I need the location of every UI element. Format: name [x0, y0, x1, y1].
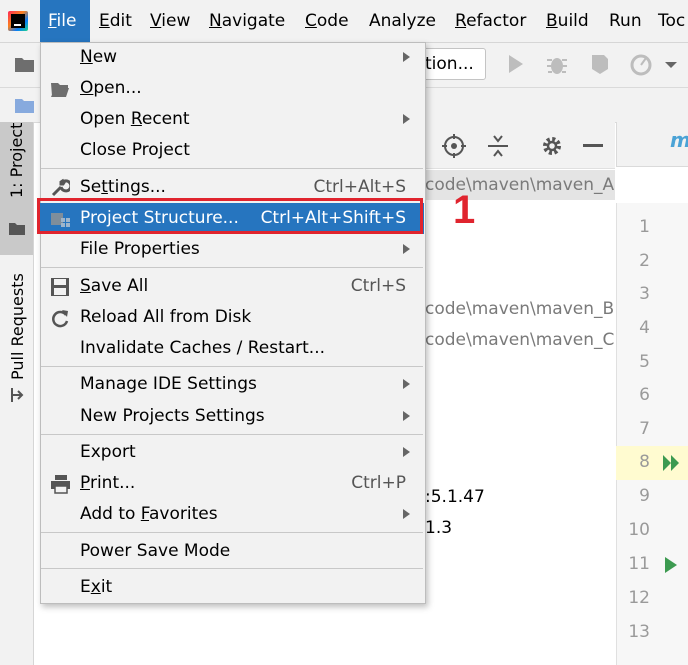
project-tree-row[interactable]: code\maven\maven_B	[425, 294, 615, 324]
tab-project[interactable]: 1: Project	[0, 122, 33, 255]
folder-open-icon	[51, 83, 69, 97]
menu-item-new-projects-settings[interactable]: New Projects Settings	[40, 401, 424, 432]
profile-icon[interactable]	[630, 52, 656, 76]
reload-icon	[52, 310, 69, 328]
menu-separator	[41, 568, 423, 569]
tab-project-label: 1: Project	[7, 122, 26, 198]
run-gutter-icon[interactable]	[664, 556, 678, 574]
line-number: 6	[639, 385, 650, 405]
submenu-arrow-icon	[403, 244, 410, 254]
line-number: 1	[639, 217, 650, 237]
menu-item-close-project[interactable]: Close Project	[40, 135, 424, 166]
submenu-arrow-icon	[403, 52, 410, 62]
editor-tab[interactable]: m	[670, 128, 688, 152]
menu-item-add-to-favorites[interactable]: Add to Favorites	[40, 499, 424, 530]
line-number: 10	[628, 520, 650, 540]
gear-icon[interactable]	[540, 134, 564, 158]
menu-separator	[41, 267, 423, 268]
menu-item-power-save-mode[interactable]: Power Save Mode	[40, 536, 424, 567]
line-number: 12	[628, 588, 650, 608]
menu-separator	[41, 434, 423, 435]
dependency-version: 1.3	[425, 518, 453, 538]
submenu-arrow-icon	[403, 114, 410, 124]
open-folder-icon[interactable]	[14, 55, 36, 73]
menu-refactor[interactable]: Refactor	[455, 0, 526, 42]
submenu-arrow-icon	[403, 447, 410, 457]
menu-navigate[interactable]: Navigate	[209, 0, 285, 42]
menu-tools[interactable]: Toc	[658, 0, 685, 42]
menu-item-export[interactable]: Export	[40, 437, 424, 468]
save-icon	[51, 278, 69, 296]
menu-item-save-all[interactable]: Save All Ctrl+S	[40, 271, 424, 302]
menu-item-new[interactable]: New	[40, 42, 424, 73]
annotation-step-number: 1	[453, 188, 476, 232]
menu-item-manage-ide-settings[interactable]: Manage IDE Settings	[40, 369, 424, 400]
project-tree-row[interactable]: code\maven\maven_C	[425, 325, 615, 355]
menu-bar: File Edit View Navigate Code Analyze Ref…	[0, 0, 688, 43]
dependency-version: :5.1.47	[425, 487, 485, 507]
menu-analyze[interactable]: Analyze	[369, 0, 436, 42]
menu-item-open[interactable]: Open...	[40, 73, 424, 104]
menu-item-invalidate-caches[interactable]: Invalidate Caches / Restart...	[40, 333, 424, 364]
menu-separator	[41, 366, 423, 367]
wrench-icon	[51, 178, 70, 197]
debug-icon[interactable]	[545, 52, 569, 76]
menu-edit[interactable]: Edit	[99, 0, 132, 42]
menu-separator	[41, 532, 423, 533]
run-icon[interactable]	[507, 54, 525, 74]
line-number: 11	[628, 554, 650, 574]
submenu-arrow-icon	[403, 379, 410, 389]
menu-item-reload-all[interactable]: Reload All from Disk	[40, 302, 424, 333]
menu-separator	[41, 168, 423, 169]
tab-pull-requests-label[interactable]: Pull Requests	[8, 273, 27, 380]
run-all-gutter-icon[interactable]	[662, 454, 682, 472]
chevron-down-icon[interactable]	[664, 60, 678, 70]
print-icon	[51, 475, 70, 494]
submenu-arrow-icon	[403, 411, 410, 421]
line-number: 9	[639, 486, 650, 506]
line-number: 13	[628, 622, 650, 642]
line-number: 5	[639, 352, 650, 372]
menu-code[interactable]: Code	[305, 0, 349, 42]
submenu-arrow-icon	[403, 509, 410, 519]
menu-item-file-properties[interactable]: File Properties	[40, 234, 424, 265]
menu-build[interactable]: Build	[546, 0, 589, 42]
coverage-icon[interactable]	[588, 52, 612, 76]
menu-item-exit[interactable]: Exit	[40, 572, 424, 603]
menu-file[interactable]: File	[40, 0, 90, 42]
line-number: 7	[639, 419, 650, 439]
locate-target-icon[interactable]	[442, 134, 466, 158]
menu-item-open-recent[interactable]: Open Recent	[40, 104, 424, 135]
pull-request-icon[interactable]	[8, 386, 26, 404]
annotation-highlight-box	[37, 198, 423, 234]
project-view-icon	[9, 223, 25, 235]
line-number: 4	[639, 318, 650, 338]
intellij-logo-icon	[8, 11, 28, 31]
menu-run[interactable]: Run	[609, 0, 642, 42]
line-number: 8	[639, 452, 650, 472]
minimize-icon[interactable]	[583, 143, 605, 149]
line-number: 3	[639, 284, 650, 304]
line-number: 2	[639, 251, 650, 271]
project-folder-icon[interactable]	[14, 96, 36, 116]
collapse-all-icon[interactable]	[486, 134, 510, 158]
menu-item-print[interactable]: Print... Ctrl+P	[40, 468, 424, 499]
left-tool-stripe: 1: Project Pull Requests	[0, 122, 34, 665]
menu-view[interactable]: View	[150, 0, 190, 42]
